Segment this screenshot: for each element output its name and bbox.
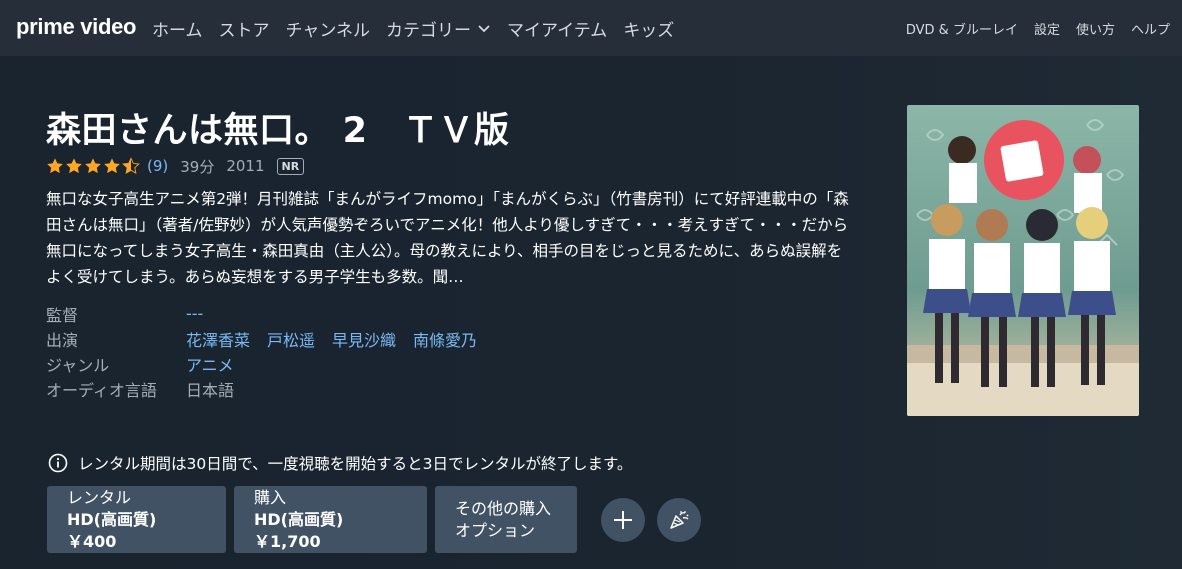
page-title: 森田さんは無口。 2 ＴＶ版	[46, 111, 510, 151]
star-icon	[104, 158, 120, 174]
party-popper-icon	[670, 510, 689, 529]
cast-link[interactable]: 南條愛乃	[413, 327, 477, 351]
star-icon	[66, 158, 82, 174]
rent-button-price: HD(高画質) ￥400	[67, 509, 157, 551]
synopsis: 無口な女子高生アニメ第2弾！月刊雑誌「まんがライフmomo」「まんがくらぶ」（竹…	[46, 190, 849, 286]
nav-item-my-items[interactable]: マイアイテム	[507, 16, 607, 41]
prime-video-logo[interactable]: prime video	[16, 14, 136, 40]
nav-item-how-to-use[interactable]: 使い方	[1076, 19, 1115, 38]
genre-value: アニメ	[186, 352, 251, 376]
details-table: 監督 --- 出演 花澤香菜 戸松遥 早見沙織 南條愛乃 ジャンル アニメ オー…	[46, 301, 852, 401]
audio-language-label: オーディオ言語	[46, 380, 157, 400]
audio-language-value: 日本語	[186, 377, 234, 401]
director-link[interactable]: ---	[186, 304, 203, 323]
secondary-nav: DVD & ブルーレイ 設定 使い方 ヘルプ	[890, 0, 1170, 56]
cast-link[interactable]: 戸松遥	[267, 327, 315, 351]
star-rating[interactable]	[46, 157, 141, 175]
top-navigation: prime video ホーム ストア チャンネル カテゴリー マイアイテム キ…	[0, 0, 1182, 56]
rating-count[interactable]: (9)	[147, 157, 168, 175]
nav-item-kids[interactable]: キッズ	[623, 16, 674, 41]
watch-party-button[interactable]	[657, 497, 701, 542]
nav-item-categories[interactable]: カテゴリー	[386, 16, 491, 41]
rent-button[interactable]: レンタル HD(高画質) ￥400	[47, 486, 226, 553]
nav-item-help[interactable]: ヘルプ	[1131, 19, 1170, 38]
release-year: 2011	[226, 157, 265, 175]
star-half-icon	[122, 157, 140, 174]
director-value: ---	[186, 304, 220, 323]
nav-item-channels[interactable]: チャンネル	[286, 16, 371, 41]
main-nav: ホーム ストア チャンネル カテゴリー マイアイテム キッズ	[152, 0, 690, 56]
nav-item-dvd-bluray[interactable]: DVD & ブルーレイ	[906, 19, 1018, 38]
duration: 39分	[180, 157, 215, 176]
genre-label: ジャンル	[46, 355, 110, 375]
detail-row-director: 監督 ---	[46, 301, 852, 326]
more-purchase-options-button[interactable]: その他の購入 オプション	[435, 486, 577, 553]
star-icon	[85, 158, 101, 174]
nav-item-categories-label: カテゴリー	[386, 20, 471, 41]
detail-row-genre: ジャンル アニメ	[46, 351, 852, 376]
poster-image	[907, 105, 1139, 416]
cast-label: 出演	[46, 330, 79, 350]
plus-icon	[614, 510, 632, 529]
detail-page: 森田さんは無口。 2 ＴＶ版 (9) 39分 2011 NR 無口な女子高生アニ…	[0, 56, 1182, 569]
buy-button[interactable]: 購入 HD(高画質) ￥1,700	[234, 486, 427, 553]
rental-notice-text: レンタル期間は30日間で、一度視聴を開始すると3日でレンタルが終了します。	[78, 455, 633, 473]
cast-list: 花澤香菜 戸松遥 早見沙織 南條愛乃	[186, 327, 494, 351]
nav-item-store[interactable]: ストア	[219, 16, 270, 41]
chevron-down-icon	[478, 25, 490, 33]
genre-link[interactable]: アニメ	[186, 352, 234, 376]
director-label: 監督	[46, 305, 79, 325]
audio-language-text: 日本語	[186, 380, 235, 400]
cast-link[interactable]: 早見沙織	[332, 327, 396, 351]
rental-notice: レンタル期間は30日間で、一度視聴を開始すると3日でレンタルが終了します。	[48, 452, 632, 474]
add-to-watchlist-button[interactable]	[601, 497, 645, 542]
poster-artwork	[907, 105, 1139, 416]
cast-link[interactable]: 花澤香菜	[186, 327, 250, 351]
buy-button-price: HD(高画質) ￥1,700	[254, 509, 344, 551]
nav-item-settings[interactable]: 設定	[1034, 19, 1060, 38]
meta-row: (9) 39分 2011 NR	[46, 154, 305, 178]
maturity-rating-badge: NR	[276, 157, 305, 175]
rent-button-label: レンタル	[67, 487, 132, 507]
nav-item-home[interactable]: ホーム	[152, 16, 203, 41]
buy-button-label: 購入	[254, 487, 287, 507]
more-options-line2: オプション	[455, 520, 536, 540]
more-options-line1: その他の購入	[455, 498, 552, 518]
info-icon	[48, 453, 68, 473]
detail-row-audio: オーディオ言語 日本語	[46, 376, 852, 401]
purchase-actions: レンタル HD(高画質) ￥400 購入 HD(高画質) ￥1,700 その他の…	[47, 486, 701, 553]
detail-row-cast: 出演 花澤香菜 戸松遥 早見沙織 南條愛乃	[46, 326, 852, 351]
star-icon	[47, 158, 63, 174]
